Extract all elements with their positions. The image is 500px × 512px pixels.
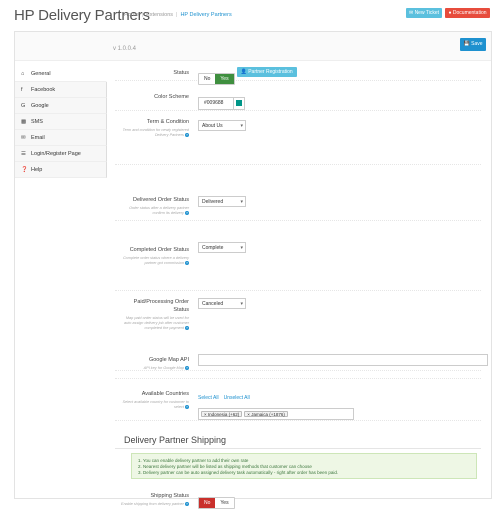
- color-scheme-label: Color Scheme: [154, 94, 189, 100]
- sidebar-item-google[interactable]: G Google: [15, 98, 107, 114]
- email-icon: ✉: [21, 135, 26, 141]
- status-row: Status No Yes 👤 Partner Registration: [115, 66, 481, 85]
- section-divider: [115, 448, 481, 449]
- sidebar-item-sms[interactable]: ▩ SMS: [15, 114, 107, 130]
- shipping-status-toggle[interactable]: No Yes: [198, 497, 235, 509]
- breadcrumb-home[interactable]: Home: [124, 12, 139, 18]
- color-scheme-row: Color Scheme #009688: [115, 88, 481, 111]
- new-ticket-button[interactable]: ✉ New Ticket: [406, 8, 442, 18]
- google-icon: G: [21, 103, 26, 109]
- question-icon[interactable]: ?: [185, 211, 189, 215]
- panel-header: [15, 32, 491, 61]
- help-icon: ❓: [21, 167, 28, 173]
- google-map-label: Google Map API: [148, 357, 189, 363]
- facebook-icon: f: [21, 87, 23, 93]
- color-scheme-picker[interactable]: #009688: [198, 96, 245, 110]
- shipping-status-label: Shipping Status: [150, 493, 189, 499]
- sms-icon: ▩: [21, 119, 27, 125]
- breadcrumb: Home | Extensions | HP Delivery Partners: [124, 12, 232, 18]
- delivered-label: Delivered Order Status: [133, 197, 189, 203]
- shipping-status-row: Shipping Status Enable shipping from del…: [115, 490, 481, 512]
- breadcrumb-extensions[interactable]: Extensions: [146, 12, 173, 18]
- sidebar-item-login-register[interactable]: ☰ Login/Register Page: [15, 146, 107, 162]
- completed-label: Completed Order Status: [129, 247, 189, 253]
- countries-help: Select available country for customer to…: [122, 400, 189, 409]
- delivered-select[interactable]: Delivered: [198, 196, 246, 208]
- question-icon[interactable]: ?: [185, 502, 189, 506]
- completed-help: Complete order status where a delivery p…: [122, 256, 189, 265]
- sidebar-item-general[interactable]: ⌂ General: [15, 66, 107, 82]
- status-no[interactable]: No: [199, 74, 216, 84]
- paid-label: Paid/Processing Order Status: [133, 299, 189, 313]
- google-map-row: Google Map API API key for Google Map ?: [115, 354, 488, 379]
- shipping-section-title: Delivery Partner Shipping: [124, 435, 227, 445]
- sidebar-item-email[interactable]: ✉ Email: [15, 130, 107, 146]
- documentation-button[interactable]: ● Documentation: [445, 8, 490, 18]
- status-label: Status: [173, 70, 189, 76]
- breadcrumb-current[interactable]: HP Delivery Partners: [180, 12, 231, 18]
- select-all-link[interactable]: Select All: [198, 395, 219, 401]
- login-icon: ☰: [21, 151, 26, 157]
- term-label: Term & Condition: [146, 119, 189, 125]
- completed-row: Completed Order Status Complete order st…: [115, 234, 481, 291]
- google-map-api-input[interactable]: [198, 354, 488, 366]
- color-scheme-value[interactable]: #009688: [199, 100, 233, 106]
- status-yes[interactable]: Yes: [215, 74, 234, 84]
- countries-row: Available Countries Select available cou…: [115, 384, 481, 421]
- home-icon: ⌂: [21, 71, 25, 77]
- question-icon[interactable]: ?: [185, 133, 189, 137]
- sidebar: ⌂ General f Facebook G Google ▩ SMS ✉ Email ☰…: [15, 66, 107, 178]
- shipping-info-alert: 1. You can enable delivery partner to ad…: [131, 453, 477, 479]
- question-icon[interactable]: ?: [185, 366, 189, 370]
- paid-help: Map paid order status will be used for a…: [123, 316, 189, 330]
- country-tag[interactable]: × Indonesia (+62): [201, 411, 243, 417]
- version-label: v 1.0.0.4: [113, 46, 137, 52]
- countries-multiselect[interactable]: × Indonesia (+62) × Jamaica (+1876): [198, 408, 354, 420]
- sidebar-item-facebook[interactable]: f Facebook: [15, 82, 107, 98]
- delivered-row: Delivered Order Status Order status afte…: [115, 170, 481, 221]
- term-select[interactable]: About Us: [198, 120, 246, 132]
- color-swatch[interactable]: [233, 97, 244, 109]
- term-row: Term & Condition Term and condition for …: [115, 114, 481, 165]
- question-icon[interactable]: ?: [185, 261, 189, 265]
- term-help: Term and condition for newly registered …: [122, 128, 189, 137]
- unselect-all-link[interactable]: Unselect All: [224, 395, 250, 401]
- question-icon[interactable]: ?: [185, 326, 189, 330]
- info-line: 3. Delivery partner can be auto assigned…: [138, 470, 339, 475]
- sidebar-item-help[interactable]: ❓ Help: [15, 162, 107, 178]
- question-icon[interactable]: ?: [185, 405, 189, 409]
- country-tag[interactable]: × Jamaica (+1876): [244, 411, 288, 417]
- completed-select[interactable]: Complete: [198, 242, 246, 254]
- delivered-help: Order status after a delivery partner co…: [129, 206, 189, 215]
- status-toggle[interactable]: No Yes: [198, 73, 235, 85]
- shipping-status-help: Enable shipping from delivery partner: [121, 502, 184, 506]
- settings-panel: v 1.0.0.4 💾 Save ⌂ General f Facebook G Goo…: [14, 31, 492, 509]
- save-button[interactable]: 💾 Save: [460, 38, 486, 51]
- countries-label: Available Countries: [141, 391, 189, 397]
- paid-select[interactable]: Canceled: [198, 298, 246, 310]
- top-bar: HP Delivery Partners Home | Extensions | HP …: [0, 0, 500, 30]
- google-map-help: API key for Google Map: [143, 366, 184, 370]
- form-content: Status No Yes 👤 Partner Registration Color…: [115, 60, 491, 509]
- partner-registration-button[interactable]: 👤 Partner Registration: [236, 67, 297, 77]
